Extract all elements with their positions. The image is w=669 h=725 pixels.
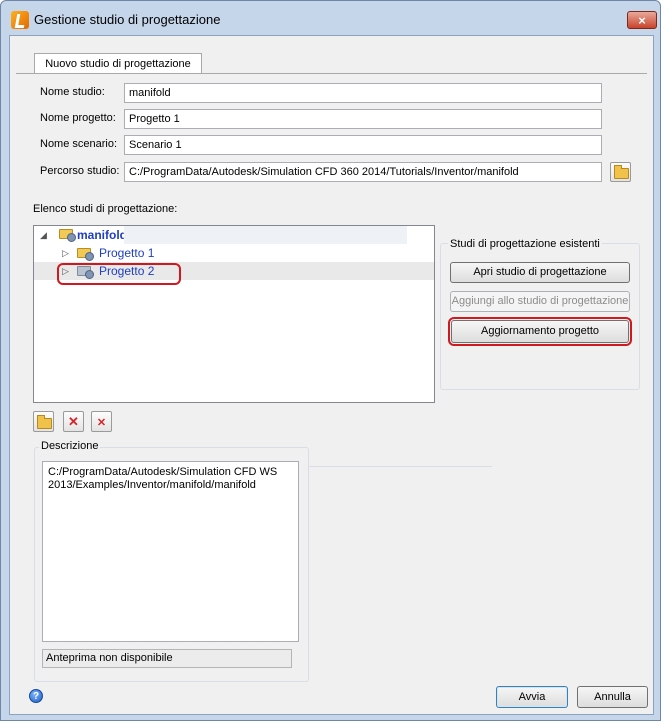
gear-icon <box>85 252 94 261</box>
study-tree[interactable]: ◢ manifold ▷ Progetto 1 ▷ Progetto 2 <box>33 225 435 403</box>
project-name-input[interactable]: Progetto 1 <box>124 109 602 129</box>
study-folder-icon <box>59 229 76 242</box>
tree-root-selection <box>124 226 407 244</box>
description-line-2: 2013/Examples/Inventor/manifold/manifold <box>48 479 256 491</box>
study-path-input[interactable]: C:/ProgramData/Autodesk/Simulation CFD 3… <box>124 162 602 182</box>
tab-new-study[interactable]: Nuovo studio di progettazione <box>34 53 202 74</box>
scenario-name-input[interactable]: Scenario 1 <box>124 135 602 155</box>
folder-open-icon <box>37 415 52 429</box>
study-name-input[interactable]: manifold <box>124 83 602 103</box>
description-textbox[interactable]: C:/ProgramData/Autodesk/Simulation CFD W… <box>42 461 299 642</box>
project-name-label: Nome progetto: <box>40 112 116 124</box>
description-title: Descrizione <box>39 440 101 452</box>
tree-root-label: manifold <box>77 228 127 242</box>
delete-all-icon: ✕ <box>96 417 107 429</box>
collapsed-triangle-icon[interactable]: ▷ <box>62 244 69 262</box>
open-study-button[interactable]: Apri studio di progettazione <box>450 262 630 283</box>
window-title: Gestione studio di progettazione <box>34 12 221 27</box>
app-icon <box>11 11 29 29</box>
gear-icon <box>67 233 76 242</box>
open-folder-button[interactable] <box>33 411 54 432</box>
tree-item-progetto-1[interactable]: ▷ Progetto 1 <box>34 244 434 262</box>
scenario-name-label: Nome scenario: <box>40 138 118 150</box>
description-divider <box>308 466 492 467</box>
start-button[interactable]: Avvia <box>496 686 568 708</box>
tree-root-row[interactable]: ◢ manifold <box>34 226 434 244</box>
study-list-label: Elenco studi di progettazione: <box>33 203 178 215</box>
close-button[interactable]: × <box>627 11 657 29</box>
browse-folder-button[interactable] <box>610 162 631 182</box>
folder-open-icon <box>614 165 629 179</box>
dialog-window: Gestione studio di progettazione × Nuovo… <box>0 0 661 721</box>
expanded-triangle-icon[interactable]: ◢ <box>40 226 47 244</box>
help-icon[interactable]: ? <box>29 689 43 703</box>
study-path-label: Percorso studio: <box>40 165 120 177</box>
existing-studies-title: Studi di progettazione esistenti <box>448 238 602 250</box>
annotation-highlight-progetto-2 <box>57 263 181 285</box>
add-to-study-button[interactable]: Aggiungi allo studio di progettazione <box>450 291 630 312</box>
description-line-1: C:/ProgramData/Autodesk/Simulation CFD W… <box>48 466 278 478</box>
tree-item-label: Progetto 1 <box>99 246 155 260</box>
preview-status: Anteprima non disponibile <box>42 649 292 668</box>
study-name-label: Nome studio: <box>40 86 105 98</box>
cancel-button[interactable]: Annulla <box>577 686 648 708</box>
tab-divider <box>16 73 647 74</box>
title-bar[interactable]: Gestione studio di progettazione × <box>1 1 660 35</box>
annotation-highlight-update <box>448 317 632 346</box>
delete-x-icon: ✕ <box>68 414 79 429</box>
dialog-client: Nuovo studio di progettazione Nome studi… <box>9 35 654 715</box>
delete-all-button[interactable]: ✕ <box>91 411 112 432</box>
project-folder-icon <box>77 248 94 261</box>
delete-button[interactable]: ✕ <box>63 411 84 432</box>
